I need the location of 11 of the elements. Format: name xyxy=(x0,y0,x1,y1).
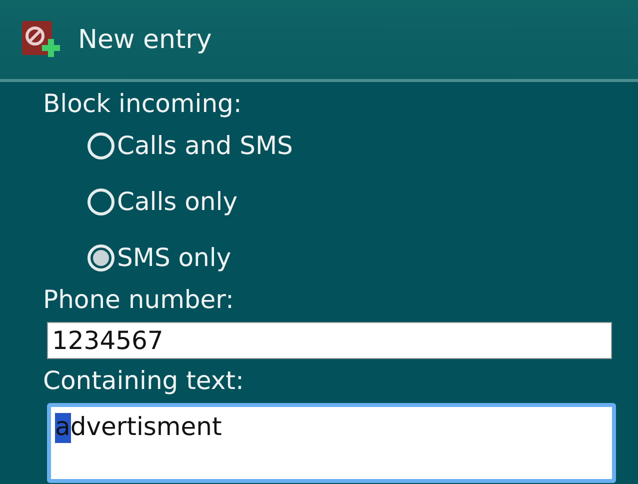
radio-button-icon[interactable] xyxy=(87,188,115,216)
field-label: Containing text: xyxy=(43,365,245,397)
text-field[interactable]: 1234567 xyxy=(47,322,612,359)
radio-option[interactable]: SMS only xyxy=(87,242,232,274)
radio-option[interactable]: Calls only xyxy=(87,186,238,218)
window-title: New entry xyxy=(78,24,212,54)
radio-button-icon[interactable] xyxy=(87,244,115,272)
radio-option[interactable]: Calls and SMS xyxy=(87,130,293,162)
block-incoming-label: Block incoming: xyxy=(43,88,243,120)
radio-button-icon[interactable] xyxy=(87,132,115,160)
field-label: Phone number: xyxy=(43,284,235,316)
